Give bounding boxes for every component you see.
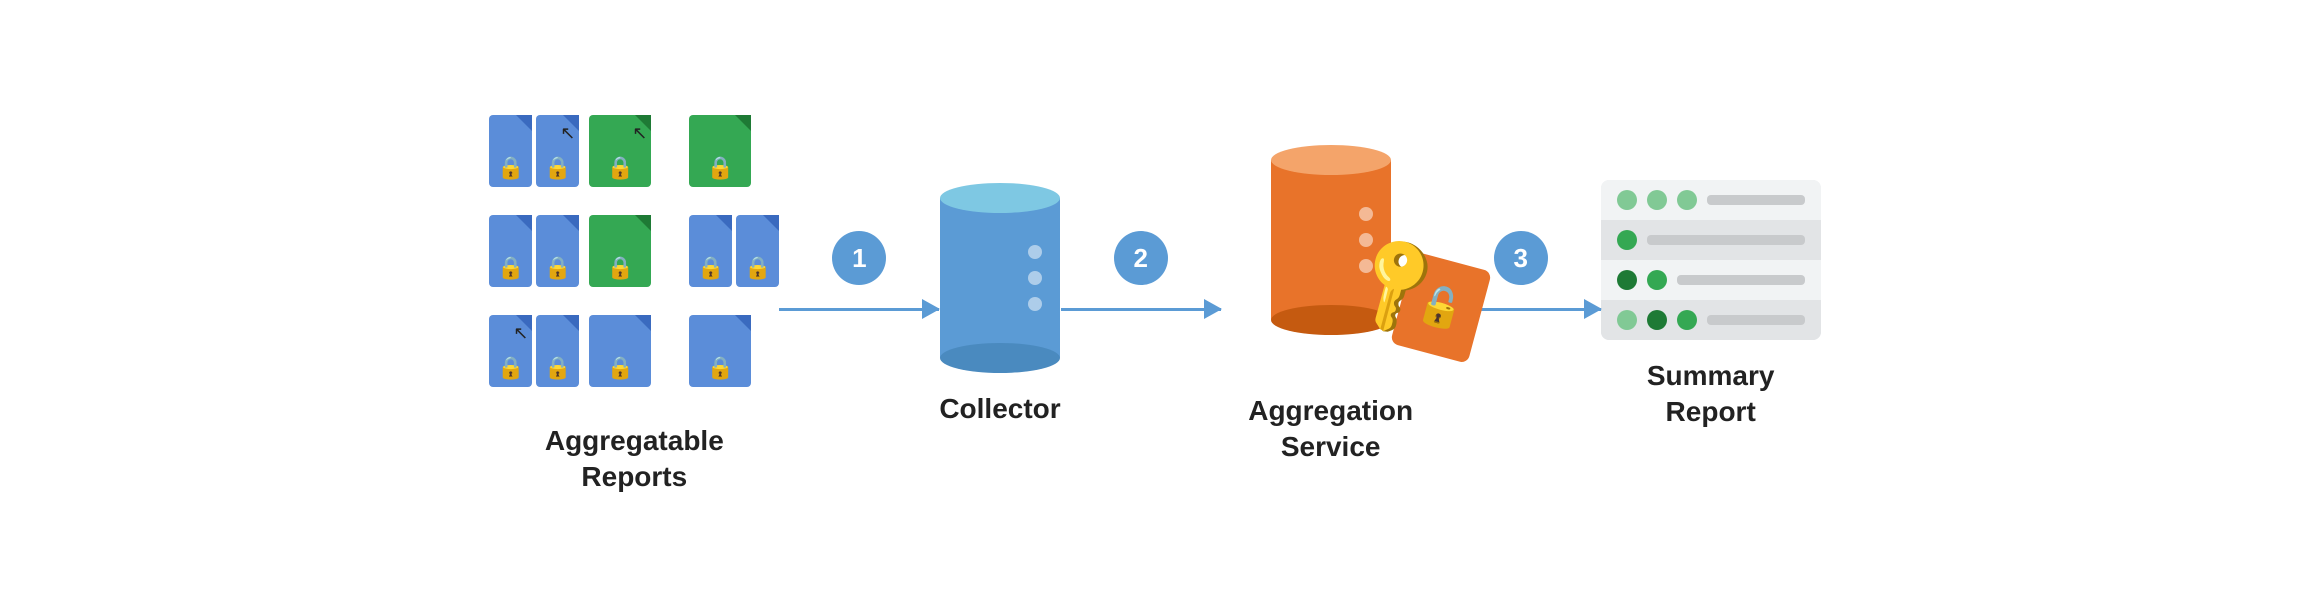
- collector-node: Collector: [939, 183, 1060, 427]
- cursor-icon: ↖: [560, 123, 575, 144]
- report-item: 🔒 🔒: [689, 215, 779, 305]
- cursor-icon: ↖: [632, 123, 647, 144]
- file-icon-green: 🔒: [689, 115, 751, 187]
- step-3-badge: 3: [1494, 231, 1548, 285]
- cylinder-dot: [1359, 233, 1373, 247]
- lock-icon: 🔒: [544, 355, 571, 381]
- report-item: ↖🔒: [589, 115, 679, 205]
- file-icon-blue: 🔒: [536, 315, 579, 387]
- report-item: 🔒: [589, 315, 679, 405]
- aggregation-cylinder-wrapper: 🔑 🔓: [1271, 145, 1391, 335]
- summary-line: [1647, 235, 1805, 245]
- aggregatable-reports-node: 🔒 ↖🔒 ↖🔒 🔒 🔒 🔒: [489, 115, 779, 496]
- cylinder-top: [1271, 145, 1391, 175]
- step-2-badge: 2: [1114, 231, 1168, 285]
- cylinder-dot: [1028, 271, 1042, 285]
- report-item: 🔒: [689, 315, 779, 405]
- cylinder-dot: [1359, 207, 1373, 221]
- cylinder-top: [940, 183, 1060, 213]
- summary-line: [1677, 275, 1805, 285]
- summary-dot: [1677, 190, 1697, 210]
- summary-dot: [1677, 310, 1697, 330]
- summary-dot: [1617, 190, 1637, 210]
- lock-icon: 🔒: [697, 255, 724, 281]
- summary-report-node: Summary Report: [1601, 180, 1821, 431]
- arrow-2: [1061, 299, 1221, 319]
- summary-row: [1601, 180, 1821, 220]
- aggregation-service-node: 🔑 🔓 Aggregation Service: [1221, 145, 1441, 466]
- cylinder-body: [940, 198, 1060, 358]
- lock-icon: 🔒: [497, 155, 524, 181]
- lock-icon: 🔒: [544, 155, 571, 181]
- summary-report-visual: [1601, 180, 1821, 340]
- summary-row: [1601, 300, 1821, 340]
- arrow-line-2: [1061, 308, 1221, 311]
- file-icon-blue: ↖🔒: [489, 315, 532, 387]
- arrow-1-container: 1: [779, 231, 939, 379]
- lock-icon: 🔒: [497, 255, 524, 281]
- summary-row: [1601, 260, 1821, 300]
- file-icon-blue: 🔒: [489, 215, 532, 287]
- lock-icon: 🔒: [607, 255, 634, 281]
- collector-cylinder-wrapper: [940, 183, 1060, 373]
- file-icon-green: 🔒: [589, 215, 651, 287]
- report-item: 🔒 🔒: [489, 215, 579, 305]
- reports-grid: 🔒 ↖🔒 ↖🔒 🔒 🔒 🔒: [489, 115, 779, 405]
- lock-icon: 🔒: [607, 355, 634, 381]
- report-item: 🔒: [589, 215, 679, 305]
- file-icon-blue: 🔒: [589, 315, 651, 387]
- diagram: 🔒 ↖🔒 ↖🔒 🔒 🔒 🔒: [0, 115, 2310, 496]
- summary-dot: [1617, 270, 1637, 290]
- lock-icon: 🔒: [544, 255, 571, 281]
- summary-dot: [1647, 310, 1667, 330]
- cylinder-dot: [1028, 245, 1042, 259]
- lock-icon: 🔒: [607, 155, 634, 181]
- report-item: 🔒: [689, 115, 779, 205]
- summary-line: [1707, 195, 1805, 205]
- aggregation-visual-wrapper: 🔑 🔓: [1221, 145, 1441, 375]
- file-icon-blue: 🔒: [689, 315, 751, 387]
- file-icon-green: ↖🔒: [589, 115, 651, 187]
- summary-dot: [1647, 270, 1667, 290]
- summary-line: [1707, 315, 1805, 325]
- step-1-badge: 1: [832, 231, 886, 285]
- collector-label: Collector: [939, 391, 1060, 427]
- lock-icon: 🔒: [707, 355, 734, 381]
- lock-icon: 🔒: [707, 155, 734, 181]
- file-icon-blue: 🔒: [489, 115, 532, 187]
- aggregatable-reports-label: Aggregatable Reports: [545, 423, 724, 496]
- file-icon-blue: 🔒: [689, 215, 732, 287]
- summary-report-label: Summary Report: [1647, 358, 1775, 431]
- report-item: ↖🔒 🔒: [489, 315, 579, 405]
- arrow-2-container: 2: [1061, 231, 1221, 379]
- cursor-icon: ↖: [513, 323, 528, 344]
- file-icon-blue: 🔒: [736, 215, 779, 287]
- arrow-line-1: [779, 308, 939, 311]
- summary-dot: [1617, 230, 1637, 250]
- file-icon-blue: ↖🔒: [536, 115, 579, 187]
- summary-dot: [1647, 190, 1667, 210]
- arrow-1: [779, 299, 939, 319]
- cylinder-dot: [1028, 297, 1042, 311]
- lock-icon: 🔒: [744, 255, 771, 281]
- report-item: 🔒 ↖🔒: [489, 115, 579, 205]
- aggregation-service-label: Aggregation Service: [1248, 393, 1413, 466]
- file-icon-blue: 🔒: [536, 215, 579, 287]
- summary-dot: [1617, 310, 1637, 330]
- summary-row: [1601, 220, 1821, 260]
- cylinder-dots: [1028, 245, 1042, 311]
- cylinder-bottom: [940, 343, 1060, 373]
- lock-icon: 🔒: [497, 355, 524, 381]
- collector-cylinder: [940, 183, 1060, 373]
